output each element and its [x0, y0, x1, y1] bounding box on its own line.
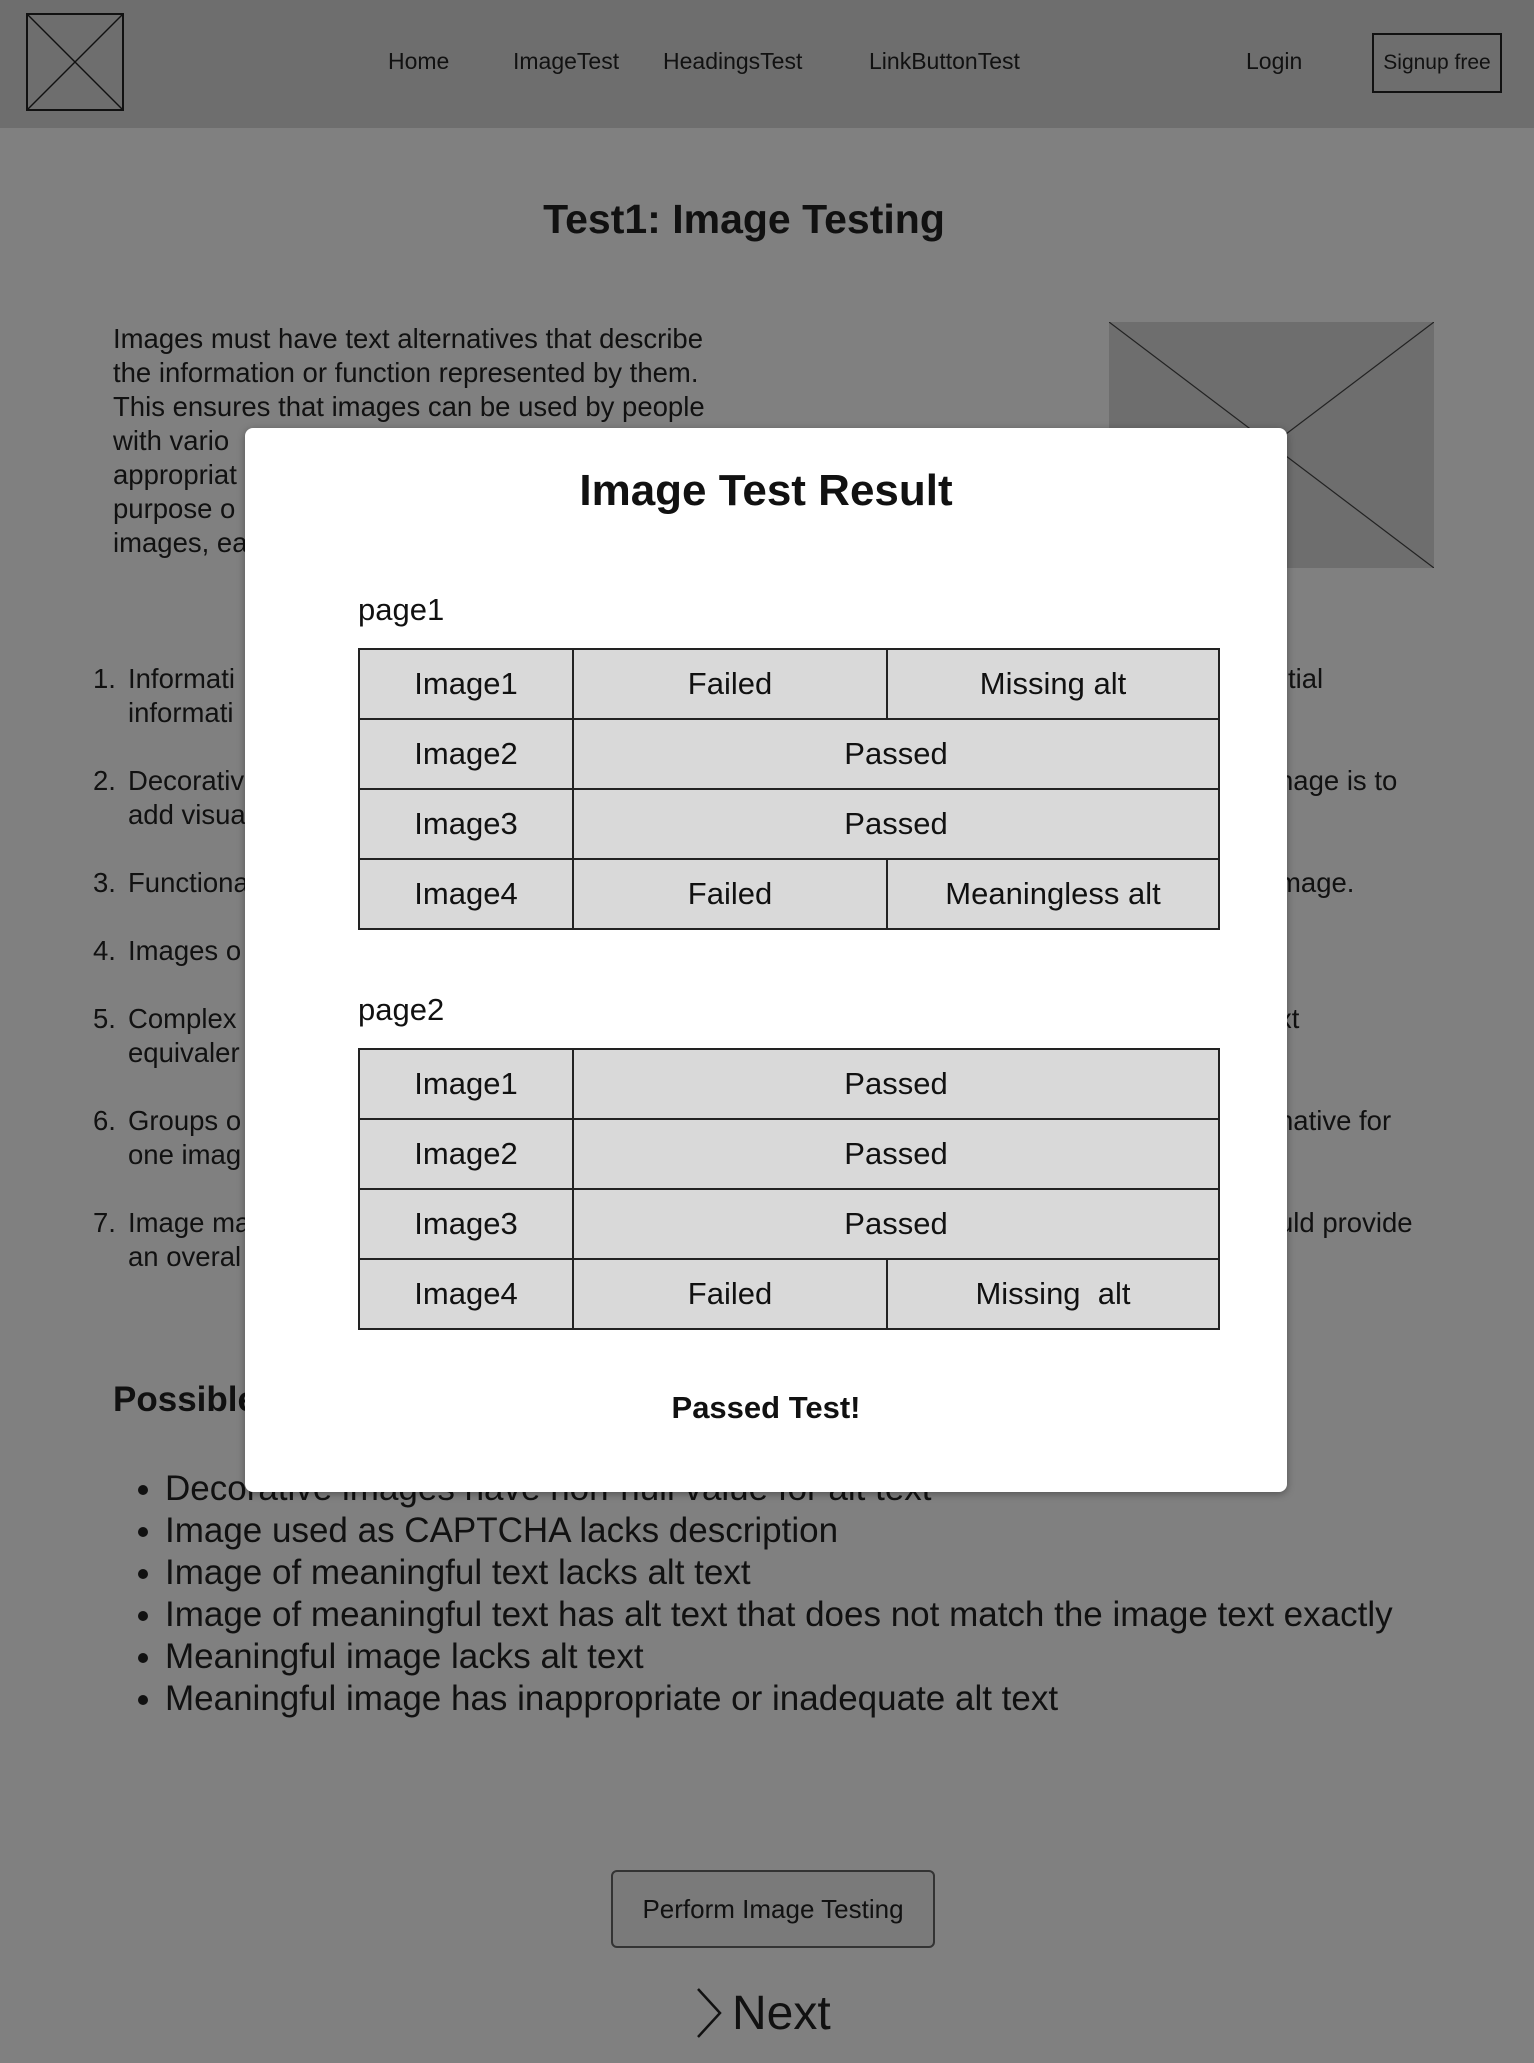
image-name-cell: Image1: [358, 648, 574, 720]
rule-text: Functiona: [128, 867, 249, 898]
table-row: Image1 Failed Missing alt: [358, 648, 1220, 720]
table-row: Image1 Passed: [358, 1048, 1220, 1120]
status-cell: Failed: [572, 1258, 888, 1330]
table-row: Image3 Passed: [358, 1188, 1220, 1260]
status-cell: Failed: [572, 648, 888, 720]
signup-button[interactable]: Signup free: [1372, 33, 1502, 93]
rule-line: Image ma: [128, 1207, 251, 1238]
logo-placeholder-icon[interactable]: [26, 13, 124, 111]
page2-results-table: Image1 Passed Image2 Passed Image3 Passe…: [358, 1048, 1220, 1330]
status-cell: Passed: [572, 1188, 1220, 1260]
reason-cell: Missing alt: [886, 648, 1220, 720]
list-number: 1.: [93, 663, 116, 694]
nav-headings-test-link[interactable]: HeadingsTest: [663, 48, 802, 75]
status-cell: Passed: [572, 718, 1220, 790]
page-title: Test1: Image Testing: [543, 196, 945, 242]
table-row: Image3 Passed: [358, 788, 1220, 860]
intro-line: This ensures that images can be used by …: [113, 391, 705, 422]
rule-line: one imag: [128, 1139, 242, 1170]
next-link[interactable]: Next: [692, 1985, 831, 2041]
image-test-result-modal: Image Test Result page1 Image1 Failed Mi…: [245, 428, 1287, 1492]
perform-image-testing-button[interactable]: Perform Image Testing: [611, 1870, 935, 1948]
rule-line: Groups o: [128, 1105, 242, 1136]
section-title: Possible: [113, 1380, 257, 1419]
nav-home-link[interactable]: Home: [388, 48, 449, 75]
rule-text-right: nage is to: [1278, 765, 1398, 796]
table-row: Image2 Passed: [358, 1118, 1220, 1190]
list-item: Meaningful image lacks alt text: [165, 1636, 1465, 1678]
list-number: 6.: [93, 1105, 116, 1136]
rule-line: Decorativ: [128, 765, 245, 796]
rule-line: Informati: [128, 663, 235, 694]
image-name-cell: Image3: [358, 788, 574, 860]
top-navbar: Home ImageTest HeadingsTest LinkButtonTe…: [0, 0, 1534, 128]
list-number: 7.: [93, 1207, 116, 1238]
image-name-cell: Image4: [358, 1258, 574, 1330]
rule-text-right: tial: [1288, 663, 1324, 694]
status-cell: Passed: [572, 1118, 1220, 1190]
status-cell: Failed: [572, 858, 888, 930]
rule-text-right: native for: [1278, 1105, 1392, 1136]
status-cell: Passed: [572, 788, 1220, 860]
reason-cell: Missing alt: [886, 1258, 1220, 1330]
rule-text-right: mage.: [1278, 867, 1355, 898]
list-item: Image of meaningful text has alt text th…: [165, 1594, 1465, 1636]
rule-text: Image ma an overal: [128, 1206, 250, 1274]
table-row: Image4 Failed Missing alt: [358, 1258, 1220, 1330]
intro-line: Images must have text alternatives that …: [113, 323, 704, 354]
list-number: 3.: [93, 867, 116, 898]
test-result-message: Passed Test!: [671, 1390, 861, 1425]
rule-line: Complex: [128, 1003, 237, 1034]
page2-label: page2: [358, 992, 445, 1027]
login-link[interactable]: Login: [1246, 48, 1302, 75]
next-label: Next: [732, 1986, 831, 2040]
page1-label: page1: [358, 592, 445, 627]
page1-results-table: Image1 Failed Missing alt Image2 Passed …: [358, 648, 1220, 930]
image-name-cell: Image2: [358, 1118, 574, 1190]
table-row: Image4 Failed Meaningless alt: [358, 858, 1220, 930]
rule-text: Decorativ add visua: [128, 764, 246, 832]
status-cell: Passed: [572, 1048, 1220, 1120]
rule-text: Informati informati: [128, 662, 235, 730]
image-name-cell: Image1: [358, 1048, 574, 1120]
modal-title: Image Test Result: [579, 466, 953, 515]
image-name-cell: Image3: [358, 1188, 574, 1260]
list-item: Image of meaningful text lacks alt text: [165, 1552, 1465, 1594]
rule-line: informati: [128, 697, 234, 728]
list-number: 5.: [93, 1003, 116, 1034]
rule-text-right: uld provide: [1278, 1207, 1413, 1238]
list-number: 2.: [93, 765, 116, 796]
list-item: Meaningful image has inappropriate or in…: [165, 1678, 1465, 1720]
rule-line: equivaler: [128, 1037, 240, 1068]
rule-line: an overal: [128, 1241, 242, 1272]
nav-image-test-link[interactable]: ImageTest: [513, 48, 619, 75]
rule-text: Groups o one imag: [128, 1104, 241, 1172]
image-name-cell: Image4: [358, 858, 574, 930]
list-item: Image used as CAPTCHA lacks description: [165, 1510, 1465, 1552]
intro-line: the information or function represented …: [113, 357, 699, 388]
image-name-cell: Image2: [358, 718, 574, 790]
table-row: Image2 Passed: [358, 718, 1220, 790]
rule-text: Images o: [128, 935, 242, 966]
nav-link-button-test-link[interactable]: LinkButtonTest: [869, 48, 1020, 75]
failure-list: Decorative images have non-null value fo…: [165, 1468, 1465, 1720]
chevron-right-icon: [697, 1988, 722, 2038]
rule-line: add visua: [128, 799, 246, 830]
list-number: 4.: [93, 935, 116, 966]
reason-cell: Meaningless alt: [886, 858, 1220, 930]
rule-text: Complex equivaler: [128, 1002, 240, 1070]
